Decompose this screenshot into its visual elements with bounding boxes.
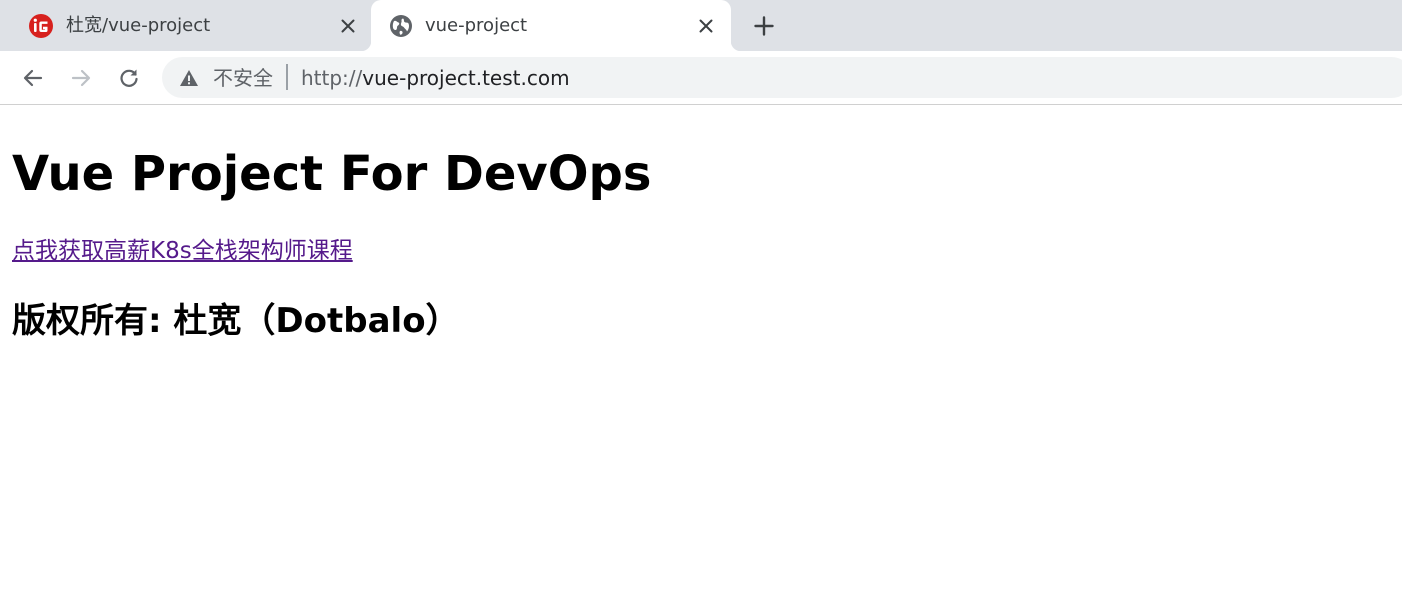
tab-gitee[interactable]: 杜宽/vue-project	[0, 0, 370, 51]
tab-title: vue-project	[425, 15, 528, 36]
address-bar[interactable]: 不安全 http://vue-project.test.com	[162, 57, 1402, 98]
reload-button[interactable]	[115, 64, 143, 92]
url-host: vue-project.test.com	[362, 66, 570, 90]
arrow-left-icon	[21, 66, 45, 90]
back-button[interactable]	[19, 64, 47, 92]
arrow-right-icon	[69, 66, 93, 90]
security-status-label[interactable]: 不安全	[213, 66, 273, 90]
reload-icon	[117, 66, 141, 90]
globe-icon	[389, 14, 413, 38]
browser-toolbar: 不安全 http://vue-project.test.com	[0, 51, 1402, 105]
page-title: Vue Project For DevOps	[12, 146, 652, 202]
copyright-heading: 版权所有: 杜宽（Dotbalo）	[12, 301, 460, 341]
plus-icon	[754, 16, 774, 36]
url-text[interactable]: http://vue-project.test.com	[301, 66, 570, 90]
warning-triangle-icon[interactable]	[179, 68, 199, 88]
gitee-logo-icon	[29, 14, 53, 38]
tab-vue-project[interactable]: vue-project	[361, 0, 741, 51]
page-content: Vue Project For DevOps 点我获取高薪K8s全栈架构师课程 …	[0, 106, 1402, 610]
close-icon[interactable]	[694, 14, 718, 38]
tab-strip: 杜宽/vue-project vue-project	[0, 0, 1402, 51]
course-link[interactable]: 点我获取高薪K8s全栈架构师课程	[12, 237, 353, 265]
close-icon[interactable]	[336, 14, 360, 38]
url-scheme: http://	[301, 66, 363, 90]
tab-title: 杜宽/vue-project	[66, 15, 211, 36]
omnibox-divider	[286, 64, 288, 90]
new-tab-button[interactable]	[750, 12, 778, 40]
forward-button[interactable]	[67, 64, 95, 92]
